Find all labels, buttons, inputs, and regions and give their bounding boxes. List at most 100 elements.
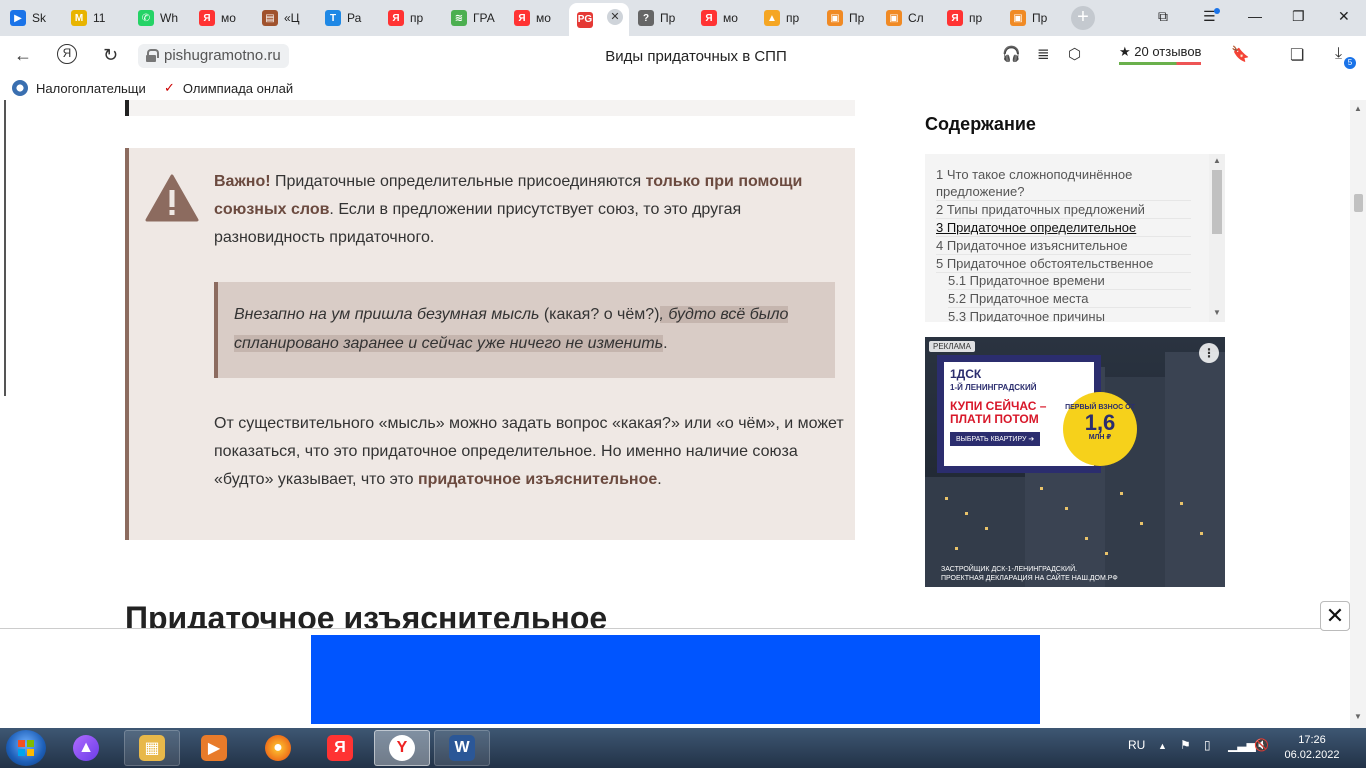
taskbar-media[interactable]: ▶ (186, 730, 242, 766)
browser-tab[interactable]: ▤ «Ц (254, 5, 316, 31)
close-ad-button[interactable]: ✕ (1320, 601, 1350, 631)
headphones-icon[interactable]: 🎧 (1002, 45, 1021, 63)
toc-item[interactable]: 5.2 Придаточное места (948, 290, 1191, 308)
warning-icon (145, 174, 199, 222)
browser-tab[interactable]: ? Пр (630, 5, 692, 31)
downloads-badge: 5 (1344, 57, 1356, 69)
quote-end: . (663, 335, 668, 352)
tab-favicon-icon: Я (947, 10, 963, 26)
browser-tab[interactable]: ✆ Wh (130, 5, 190, 31)
new-tab-button[interactable]: + (1071, 6, 1095, 30)
reload-icon[interactable]: ↻ (103, 45, 118, 66)
ad-footer-2: ПРОЕКТНАЯ ДЕКЛАРАЦИЯ НА САЙТЕ НАШ.ДОМ.РФ (941, 575, 1118, 582)
browser-tab[interactable]: ▲ пр (756, 5, 818, 31)
browser-tab[interactable]: ≋ ГРА (443, 5, 505, 31)
taskbar-yandex-browser[interactable]: Y (374, 730, 430, 766)
taskbar-alice[interactable]: ▲ (58, 730, 114, 766)
important-callout: Важно! Придаточные определительные присо… (125, 148, 855, 540)
minimize-icon[interactable]: — (1248, 8, 1262, 24)
browser-tab[interactable]: Ямо (506, 5, 568, 31)
taskbar-yandex[interactable]: Я (312, 730, 368, 766)
browser-tab[interactable]: ▣ Пр (1002, 5, 1062, 31)
toc-scroll-thumb[interactable] (1212, 170, 1222, 234)
sidebar-ad[interactable]: РЕКЛАМА ⋮ 1ДСК 1-Й ЛЕНИНГРАДСКИЙ КУПИ СЕ… (925, 337, 1225, 587)
url-field[interactable]: pishugramotno.ru (138, 44, 289, 68)
tab-label: Пр (849, 11, 865, 25)
downloads-icon[interactable]: ⤓ (1335, 45, 1342, 63)
collections-icon[interactable]: ❏ (1290, 45, 1304, 65)
tab-favicon-icon: Я (199, 10, 215, 26)
ad-cta-button[interactable]: ВЫБРАТЬ КВАРТИРУ ➔ (950, 432, 1041, 446)
back-arrow-icon[interactable]: ← (14, 45, 32, 66)
ad-price-unit: МЛН ₽ (1088, 434, 1112, 441)
taskbar-firefox[interactable]: ● (250, 730, 306, 766)
flag-icon[interactable]: ⚑ (1180, 738, 1191, 752)
quote-italic: Внезапно на ум пришла безумная мысль (234, 306, 540, 323)
taskbar-word[interactable]: W (434, 730, 490, 766)
tray-expand-icon[interactable]: ▲ (1158, 741, 1167, 751)
tab-favicon-icon: ✆ (138, 10, 154, 26)
toc-scrollbar[interactable]: ▲ ▼ (1209, 154, 1225, 322)
browser-tab[interactable]: Япр (939, 5, 1001, 31)
device-icon[interactable]: ▯ (1204, 738, 1211, 752)
browser-tab[interactable]: Ямо (191, 5, 253, 31)
browser-tab-active[interactable]: PG ✕ (569, 3, 629, 36)
tab-favicon-icon: ≋ (451, 10, 467, 26)
tab-label: Sk (32, 11, 47, 25)
volume-muted-icon[interactable]: 🔇 (1254, 738, 1269, 752)
browser-tab[interactable]: ▶ Sk (2, 5, 62, 31)
browser-tab[interactable]: Ямо (693, 5, 755, 31)
browser-tab[interactable]: T Ра (317, 5, 379, 31)
tab-label: Пр (660, 11, 676, 25)
network-icon[interactable]: ▁▃▅ (1228, 738, 1256, 752)
checkmark-icon: ✓ (164, 80, 175, 95)
yandex-logo-icon[interactable]: Я (57, 44, 77, 64)
toc-item[interactable]: 2 Типы придаточных предложений (936, 201, 1191, 219)
banner-ad[interactable] (311, 635, 1040, 724)
tab-label: «Ц (284, 11, 300, 25)
tab-label: Ра (347, 11, 362, 25)
browser-tab[interactable]: Япр (380, 5, 442, 31)
collections-icon[interactable]: ⧉ (1158, 8, 1168, 25)
extensions-icon[interactable]: ⬡ (1068, 45, 1081, 63)
toc-item[interactable]: 5.1 Придаточное времени (948, 272, 1191, 290)
clock[interactable]: 17:26 06.02.2022 (1276, 733, 1348, 763)
toc-item-active[interactable]: 3 Придаточное определительное (936, 219, 1191, 237)
restore-icon[interactable]: ❐ (1292, 8, 1305, 25)
toc-item[interactable]: 1 Что такое сложноподчинённое предложени… (936, 166, 1191, 201)
more-options-icon[interactable]: ⋮ (1199, 343, 1219, 363)
close-window-icon[interactable]: ✕ (1338, 8, 1350, 25)
important-paragraph: Важно! Придаточные определительные присо… (214, 168, 844, 252)
close-tab-icon[interactable]: ✕ (607, 9, 623, 25)
scroll-up-icon[interactable]: ▲ (1213, 156, 1221, 165)
browser-tab[interactable]: M 11 (63, 5, 129, 31)
address-bar: ← Я ↻ pishugramotno.ru Виды придаточных … (0, 36, 1366, 100)
start-button[interactable] (6, 730, 46, 766)
scroll-up-icon[interactable]: ▲ (1354, 104, 1362, 113)
example-quote: Внезапно на ум пришла безумная мысль (ка… (214, 282, 835, 378)
browser-tab[interactable]: ▣ Пр (819, 5, 877, 31)
bookmark-icon[interactable]: 🔖 (1231, 45, 1250, 63)
bookmark-item[interactable]: ✓ Олимпиада онлай (164, 80, 293, 96)
page-scrollbar[interactable]: ▲ ▼ (1350, 100, 1366, 728)
folder-icon: ▦ (139, 735, 165, 761)
toc-item[interactable]: 5.3 Придаточное причины (948, 308, 1191, 322)
ad-price-number: 1,6 (1084, 410, 1116, 435)
clock-date: 06.02.2022 (1284, 749, 1340, 761)
toc-item[interactable]: 4 Придаточное изъяснительное (936, 237, 1191, 255)
tab-favicon-icon: ▣ (886, 10, 902, 26)
reader-mode-icon[interactable]: ≣ (1037, 45, 1050, 63)
language-indicator[interactable]: RU (1128, 738, 1145, 752)
ad-footer: ЗАСТРОЙЩИК ДСК-1-ЛЕНИНГРАДСКИЙ. ПРОЕКТНА… (941, 565, 1118, 583)
bookmark-item[interactable]: Налогоплательщи (12, 80, 146, 96)
scroll-down-icon[interactable]: ▼ (1213, 308, 1221, 317)
browser-tab[interactable]: ▣ Сл (878, 5, 938, 31)
reviews-widget[interactable]: ★ 20 отзывов (1119, 44, 1201, 65)
scroll-down-icon[interactable]: ▼ (1354, 712, 1362, 721)
toc-item[interactable]: 5 Придаточное обстоятельственное (936, 255, 1191, 273)
tax-service-icon (12, 80, 28, 96)
taskbar-explorer[interactable]: ▦ (124, 730, 180, 766)
page-scroll-thumb[interactable] (1354, 194, 1363, 212)
media-player-icon: ▶ (201, 735, 227, 761)
bookmarks-bar: Налогоплательщи ✓ Олимпиада онлай (0, 76, 1366, 100)
